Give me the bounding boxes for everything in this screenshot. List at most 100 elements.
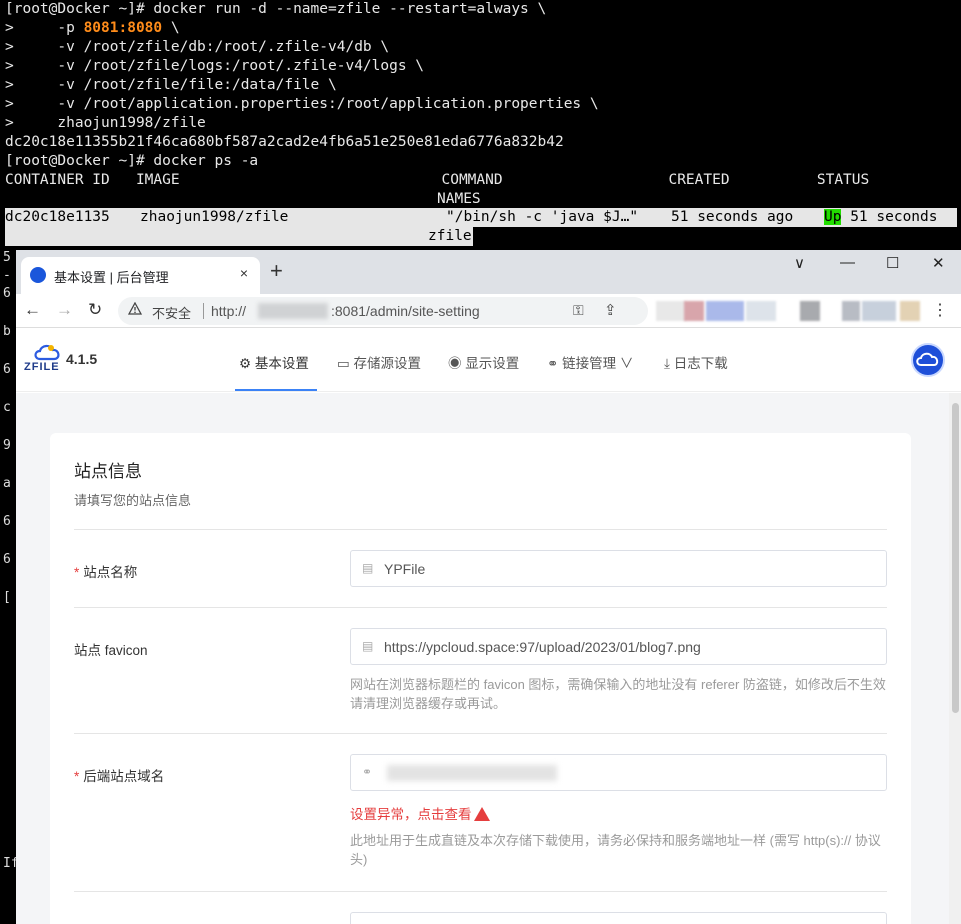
- nav-storage-settings[interactable]: ▭ 存储源设置: [337, 352, 421, 372]
- back-arrow-icon[interactable]: ←: [24, 300, 41, 320]
- terminal-left-char: 9: [3, 438, 11, 453]
- gear-icon: ⚙: [239, 356, 252, 371]
- terminal-line-volume-db: > -v /root/zfile/db:/root/.zfile-v4/db \: [5, 39, 390, 55]
- terminal-container-hash: dc20c18e11355b21f46ca680bf587a2cad2e4fb6…: [5, 134, 564, 150]
- terminal-line-docker-run: [root@Docker ~]# docker run -d --name=zf…: [5, 1, 547, 17]
- chevron-down-icon: ∨: [619, 356, 634, 371]
- zfile-logo-icon[interactable]: [32, 341, 62, 363]
- domain-error-text: 设置异常，点击查看: [350, 807, 472, 822]
- reload-icon[interactable]: ↻: [88, 300, 102, 320]
- ps-row-id: dc20c18e1135: [5, 209, 110, 225]
- port-prefix: > -p: [5, 20, 84, 36]
- terminal-line-port: > -p 8081:8080 \: [5, 19, 180, 38]
- zfile-favicon-icon: [30, 267, 46, 283]
- eye-icon: ◉: [448, 356, 462, 371]
- address-bar[interactable]: 不安全 http:// :8081/admin/site-setting ⚿ ⇪: [118, 297, 648, 325]
- ps-row-image: zhaojun1998/zfile: [140, 209, 289, 225]
- maximize-window-button[interactable]: ☐: [886, 254, 899, 272]
- site-name-input[interactable]: ▤ YPFile: [350, 550, 887, 587]
- required-marker: *: [74, 565, 80, 580]
- app-version: 4.1.5: [66, 351, 98, 367]
- divider: [74, 891, 887, 892]
- password-key-icon[interactable]: ⚿: [573, 302, 584, 319]
- domain-error-link[interactable]: 设置异常，点击查看: [350, 803, 490, 823]
- site-name-value: YPFile: [384, 561, 426, 577]
- nav-log-download[interactable]: ⤓ 日志下载: [664, 352, 728, 372]
- close-window-button[interactable]: ✕: [932, 254, 945, 272]
- extension-icon[interactable]: [706, 301, 744, 321]
- app-header: ZFILE 4.1.5 ⚙ 基本设置 ▭ 存储源设置 ◉ 显示设置 ⚭ 链接管理…: [16, 328, 961, 392]
- new-tab-button[interactable]: +: [270, 260, 283, 282]
- extension-icon[interactable]: [656, 301, 686, 321]
- terminal-line-volume-logs: > -v /root/zfile/logs:/root/.zfile-v4/lo…: [5, 58, 425, 74]
- minimize-window-button[interactable]: —: [840, 254, 855, 271]
- not-secure-label: 不安全: [152, 306, 192, 321]
- ps-header-names: NAMES: [437, 191, 481, 207]
- site-info-card: 站点信息 请填写您的站点信息 * 站点名称 ▤ YPFile 站点 favicon…: [50, 433, 911, 924]
- terminal-left-char: 6: [3, 286, 11, 301]
- status-up-duration: 51 seconds: [841, 209, 938, 225]
- extension-icon[interactable]: [862, 301, 896, 321]
- nav-label: 日志下载: [673, 356, 728, 371]
- extension-icon[interactable]: [842, 301, 860, 321]
- terminal-line-volume-props: > -v /root/application.properties:/root/…: [5, 96, 599, 112]
- divider: [74, 607, 887, 608]
- extension-icon[interactable]: [684, 301, 704, 321]
- extension-icon[interactable]: [800, 301, 820, 321]
- favicon-label: 站点 favicon: [74, 643, 148, 658]
- nav-link-management[interactable]: ⚭ 链接管理 ∨: [547, 352, 633, 372]
- terminal-left-strip: 5 - 6 b 6 c 9 a 6 6 [ If: [0, 250, 19, 924]
- site-name-label-text: 站点名称: [83, 565, 138, 580]
- browser-window: 基本设置 | 后台管理 × + ∨ — ☐ ✕ ← → ↻ 不安全 http:/…: [16, 250, 961, 924]
- forward-arrow-icon[interactable]: →: [56, 300, 73, 320]
- tab-site-setting[interactable]: 基本设置 | 后台管理 ×: [21, 257, 260, 294]
- card-subtitle: 请填写您的站点信息: [74, 493, 192, 508]
- folder-icon: ▭: [337, 356, 350, 371]
- domain-label-text: 后端站点域名: [83, 769, 165, 784]
- terminal-left-char: 5: [3, 250, 11, 265]
- extension-icon[interactable]: [746, 301, 776, 321]
- next-field-input[interactable]: [350, 912, 887, 924]
- terminal-left-char: 6: [3, 514, 11, 529]
- divider: [74, 529, 887, 530]
- domain-input[interactable]: ⚭: [350, 754, 887, 791]
- domain-hint: 此地址用于生成直链及本次存储下载使用，请务必保持和服务端地址一样 (需写 htt…: [350, 833, 881, 867]
- favicon-value: https://ypcloud.space:97/upload/2023/01/…: [384, 639, 701, 655]
- ps-row-name: zfile: [428, 228, 472, 244]
- scrollbar-thumb[interactable]: [952, 403, 959, 713]
- tab-close-icon[interactable]: ×: [240, 265, 248, 281]
- status-up-badge: Up: [824, 209, 842, 225]
- nav-label: 存储源设置: [353, 356, 422, 371]
- omnibox-divider: [203, 303, 204, 319]
- nav-basic-settings[interactable]: ⚙ 基本设置: [239, 352, 309, 372]
- nav-label: 基本设置: [254, 356, 309, 371]
- nav-label: 链接管理: [562, 356, 617, 371]
- terminal-left-char: -: [3, 268, 11, 283]
- active-nav-indicator: [235, 389, 317, 391]
- user-avatar[interactable]: [911, 343, 945, 377]
- terminal-left-char: a: [3, 476, 11, 491]
- terminal-window[interactable]: [root@Docker ~]# docker run -d --name=zf…: [0, 0, 961, 250]
- terminal-line-image: > zhaojun1998/zfile: [5, 115, 206, 131]
- logo-wordmark: ZFILE: [24, 361, 60, 373]
- link-icon: ⚭: [547, 356, 559, 371]
- ps-row-created: 51 seconds ago: [671, 209, 794, 225]
- ps-row-highlight-names: [5, 227, 473, 246]
- page-scrollbar[interactable]: [949, 393, 961, 924]
- share-icon[interactable]: ⇪: [604, 301, 617, 319]
- nav-display-settings[interactable]: ◉ 显示设置: [448, 352, 519, 372]
- divider: [74, 733, 887, 734]
- url-scheme: http://: [211, 303, 247, 319]
- ps-header: CONTAINER ID IMAGE COMMAND CREATED STATU…: [5, 172, 870, 188]
- tab-search-icon[interactable]: ∨: [794, 254, 805, 272]
- link-icon: ⚭: [362, 765, 373, 779]
- domain-value-redacted: [387, 765, 557, 781]
- terminal-left-char: b: [3, 324, 11, 339]
- nav-label: 显示设置: [465, 356, 520, 371]
- ps-row-command: "/bin/sh -c 'java $J…": [446, 209, 639, 225]
- browser-menu-icon[interactable]: ⋮: [932, 300, 948, 320]
- port-suffix: \: [162, 20, 180, 36]
- profile-icon[interactable]: [900, 301, 920, 321]
- favicon-input[interactable]: ▤ https://ypcloud.space:97/upload/2023/0…: [350, 628, 887, 665]
- zfile-avatar-icon: [916, 352, 939, 366]
